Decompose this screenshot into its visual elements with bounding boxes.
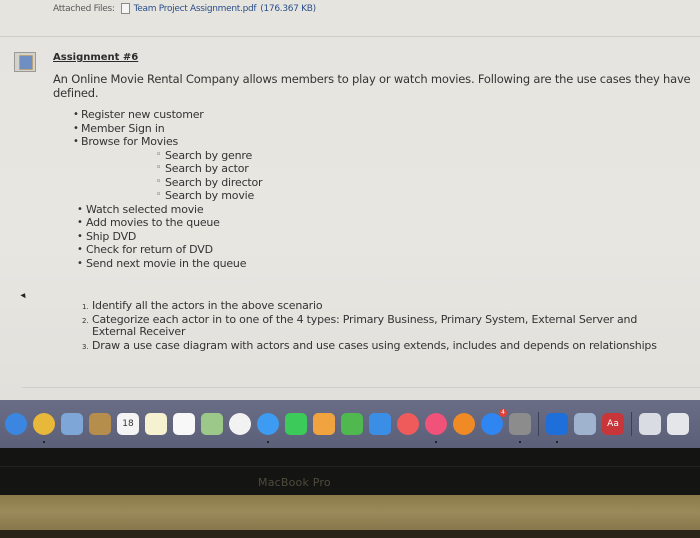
document-icon bbox=[120, 3, 130, 14]
use-case-subitem: Search by movie bbox=[53, 189, 693, 203]
running-indicator bbox=[267, 441, 269, 443]
dock-item-keynote[interactable] bbox=[369, 413, 391, 435]
use-case-subitem: Search by director bbox=[53, 176, 693, 190]
use-case-item: Send next movie in the queue bbox=[53, 257, 693, 271]
task-item: 3. Draw a use case diagram with actors an… bbox=[82, 338, 682, 353]
assignment-content: Assignment #6 An Online Movie Rental Com… bbox=[53, 52, 693, 270]
task-item: 2. Categorize each actor in to one of the… bbox=[82, 312, 682, 339]
dock-item-notes[interactable] bbox=[145, 413, 167, 435]
dock-item-music[interactable] bbox=[425, 413, 447, 443]
dock-item-books[interactable] bbox=[453, 413, 475, 435]
dock-item-maps[interactable] bbox=[201, 413, 223, 435]
use-case-item: Check for return of DVD bbox=[53, 243, 693, 257]
dock-item-photos[interactable] bbox=[229, 413, 251, 435]
use-case-subitem: Search by actor bbox=[53, 162, 693, 176]
attached-files-label: Attached Files: bbox=[53, 3, 115, 14]
dock-item-preview[interactable] bbox=[61, 413, 83, 435]
dock-item-contacts[interactable] bbox=[89, 413, 111, 435]
attached-files: Attached Files: Team Project Assignment.… bbox=[53, 3, 316, 14]
dock-item-messages[interactable] bbox=[257, 413, 279, 443]
task-text: Identify all the actors in the above sce… bbox=[92, 299, 323, 312]
attachment-link[interactable]: Team Project Assignment.pdf bbox=[134, 4, 257, 14]
dock-separator bbox=[538, 412, 539, 436]
bezel-line bbox=[0, 466, 700, 467]
use-case-item: Register new customer bbox=[53, 108, 693, 122]
running-indicator bbox=[519, 441, 521, 443]
task-number: 1. bbox=[82, 303, 89, 311]
dock-item-image-capture[interactable] bbox=[574, 413, 596, 435]
dock-separator bbox=[631, 412, 632, 436]
task-text: Categorize each actor in to one of the 4… bbox=[92, 312, 638, 338]
dock-item-app-store[interactable]: 4 bbox=[481, 409, 507, 435]
running-indicator bbox=[556, 441, 558, 443]
task-list: 1. Identify all the actors in the above s… bbox=[82, 299, 682, 353]
use-case-list: Register new customerMember Sign inBrows… bbox=[53, 108, 693, 270]
dock-item-dictionary[interactable]: Aa bbox=[602, 413, 624, 435]
use-case-item: Watch selected movie bbox=[53, 203, 693, 217]
dock-item-system-preferences[interactable] bbox=[509, 413, 531, 443]
dock: 18 4 Aa bbox=[0, 400, 700, 448]
browser-screen: Attached Files: Team Project Assignment.… bbox=[0, 0, 700, 400]
dock-item-facetime[interactable] bbox=[285, 413, 307, 435]
running-indicator bbox=[43, 441, 45, 443]
dock-item-pages[interactable] bbox=[313, 413, 335, 435]
assignment-intro: An Online Movie Rental Company allows me… bbox=[53, 72, 691, 100]
task-text: Draw a use case diagram with actors and … bbox=[92, 338, 657, 352]
task-number: 3. bbox=[82, 342, 89, 351]
use-case-item: Add movies to the queue bbox=[53, 216, 693, 230]
laptop-base-edge bbox=[0, 530, 700, 538]
dock-item-reminders[interactable] bbox=[173, 413, 195, 435]
calendar-icon: 18 bbox=[122, 419, 134, 429]
notification-badge: 4 bbox=[499, 409, 507, 417]
dock-item-teamviewer[interactable] bbox=[546, 413, 568, 443]
dock-item-numbers[interactable] bbox=[341, 413, 363, 435]
brand-label: MacBook Pro bbox=[258, 476, 331, 489]
dock-item-safari[interactable] bbox=[5, 413, 27, 435]
attachment-size: (176.367 KB) bbox=[260, 3, 316, 14]
use-case-subitem: Search by genre bbox=[53, 149, 693, 163]
assignment-icon bbox=[14, 52, 36, 72]
task-number: 2. bbox=[82, 316, 89, 325]
content-bottom-rule bbox=[22, 387, 700, 388]
section-divider bbox=[0, 36, 700, 37]
dock-item-calendar[interactable]: 18 bbox=[117, 413, 139, 435]
use-case-item: Browse for Movies bbox=[53, 135, 693, 149]
dock-item-chrome[interactable] bbox=[33, 413, 55, 443]
dock-item-trash[interactable] bbox=[667, 413, 689, 435]
use-case-item: Ship DVD bbox=[53, 230, 693, 244]
dictionary-icon: Aa bbox=[607, 419, 619, 429]
dock-item-news[interactable] bbox=[397, 413, 419, 435]
use-case-item: Member Sign in bbox=[53, 122, 693, 136]
dock-item-downloads-folder[interactable] bbox=[639, 413, 661, 435]
assignment-title[interactable]: Assignment #6 bbox=[53, 52, 693, 63]
mouse-cursor bbox=[20, 291, 28, 299]
running-indicator bbox=[435, 441, 437, 443]
laptop-bezel bbox=[0, 448, 700, 498]
task-item: 1. Identify all the actors in the above s… bbox=[82, 299, 682, 313]
